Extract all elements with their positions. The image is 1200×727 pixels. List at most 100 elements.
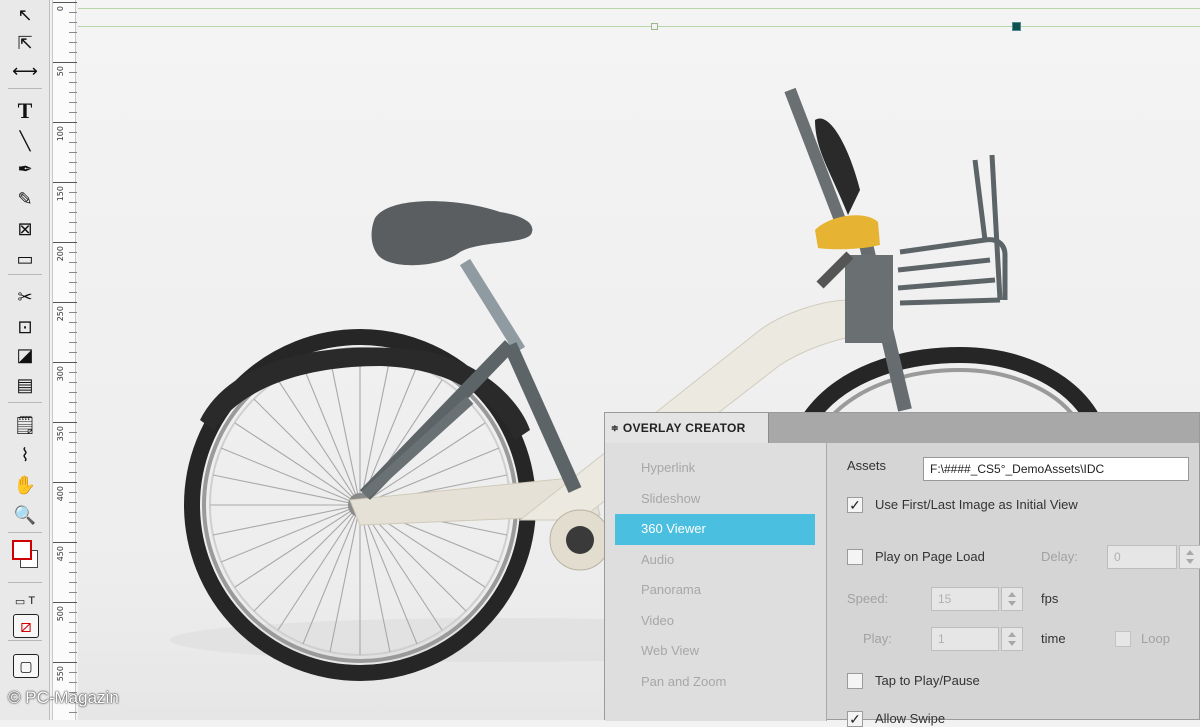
toolbox-divider <box>8 402 42 403</box>
ruler-minor-tick <box>69 502 77 503</box>
line-tool[interactable]: ╲ <box>10 128 40 154</box>
free-transform-tool[interactable]: ⊡ <box>10 314 40 340</box>
ruler-minor-tick <box>69 642 77 643</box>
overlay-item-slideshow[interactable]: Slideshow <box>615 484 815 515</box>
overlay-item-360-viewer[interactable]: 360 Viewer <box>615 514 815 545</box>
ruler-minor-tick <box>69 552 77 553</box>
note-tool[interactable]: 🗒 <box>10 412 40 438</box>
screen-mode-button[interactable]: ▢ <box>13 654 39 678</box>
hand-tool[interactable]: ✋ <box>10 472 40 498</box>
pencil-tool[interactable]: ✎ <box>10 186 40 212</box>
gradient-feather-tool[interactable]: ▤ <box>10 372 40 398</box>
direct-selection-tool[interactable]: ⇱ <box>10 30 40 56</box>
ruler-minor-tick <box>69 22 77 23</box>
pencil-icon: ✎ <box>17 188 33 209</box>
watermark: © PC-Magazin <box>8 688 119 707</box>
delay-field[interactable]: 0 <box>1107 545 1177 569</box>
play-count-stepper[interactable] <box>1001 627 1023 651</box>
ruler-minor-tick <box>69 622 77 623</box>
ruler-label: 300 <box>56 366 65 382</box>
ruler-minor-tick <box>69 192 77 193</box>
overlay-item-panorama[interactable]: Panorama <box>615 575 815 606</box>
use-first-last-checkbox[interactable]: ✓ <box>847 497 863 513</box>
ruler-minor-tick <box>69 452 77 453</box>
delay-stepper[interactable] <box>1179 545 1200 569</box>
guide-line-top[interactable] <box>78 8 1200 9</box>
type-icon: T <box>17 98 33 123</box>
type-tool[interactable]: T <box>10 98 40 124</box>
ruler-minor-tick <box>69 462 77 463</box>
scissors-tool[interactable]: ✂ <box>10 284 40 310</box>
ruler-minor-tick <box>69 372 77 373</box>
ruler-label: 50 <box>56 66 65 77</box>
ruler-minor-tick <box>69 522 77 523</box>
guide-line-frame[interactable] <box>78 26 1200 27</box>
loop-checkbox[interactable] <box>1115 631 1131 647</box>
frame-x-icon: ⊠ <box>17 218 33 239</box>
tap-to-play-checkbox[interactable] <box>847 673 863 689</box>
frame-handle-center[interactable] <box>651 23 658 30</box>
ruler-minor-tick <box>69 152 77 153</box>
allow-swipe-checkbox[interactable]: ✓ <box>847 711 863 727</box>
front-wheel <box>803 346 1099 423</box>
zoom-tool[interactable]: 🔍 <box>10 502 40 528</box>
speed-field[interactable]: 15 <box>931 587 999 611</box>
ruler-major-tick <box>53 362 77 363</box>
apply-none-button[interactable]: ⧄ <box>13 614 39 638</box>
toolbox-divider <box>8 582 42 583</box>
overlay-creator-panel: ≑ OVERLAY CREATOR Hyperlink Slideshow 360 … <box>604 412 1200 727</box>
overlay-item-pan-and-zoom[interactable]: Pan and Zoom <box>615 667 815 698</box>
overlay-item-hyperlink[interactable]: Hyperlink <box>615 453 815 484</box>
ruler-minor-tick <box>69 282 77 283</box>
ruler-minor-tick <box>69 392 77 393</box>
overlay-type-list: Hyperlink Slideshow 360 Viewer Audio Panoram… <box>605 443 827 721</box>
tools-panel: ↖ ⇱ ⟷ T ╲ ✒ ✎ ⊠ ▭ ✂ ⊡ ◪ ▤ 🗒 ⌇ ✋ 🔍 ▭ T ⧄ ▢ <box>0 0 50 720</box>
pen-tool[interactable]: ✒ <box>10 156 40 182</box>
rectangle-frame-tool[interactable]: ⊠ <box>10 216 40 242</box>
frame-handle-right[interactable] <box>1012 22 1021 31</box>
ruler-minor-tick <box>69 12 77 13</box>
assets-label: Assets <box>847 458 887 473</box>
ruler-minor-tick <box>69 432 77 433</box>
tab-overlay-creator[interactable]: ≑ OVERLAY CREATOR <box>605 413 769 443</box>
ruler-minor-tick <box>69 102 77 103</box>
ruler-major-tick <box>53 62 77 63</box>
swatch-label: T <box>28 595 36 607</box>
rectangle-tool[interactable]: ▭ <box>10 246 40 272</box>
fill-stroke-swatch[interactable] <box>12 540 42 574</box>
ruler-major-tick <box>53 662 77 663</box>
ruler-minor-tick <box>69 472 77 473</box>
line-icon: ╲ <box>19 130 31 151</box>
overlay-item-audio[interactable]: Audio <box>615 545 815 576</box>
ruler-label: 250 <box>56 306 65 322</box>
ruler-minor-tick <box>69 402 77 403</box>
ruler-label: 100 <box>56 126 65 142</box>
ruler-minor-tick <box>69 272 77 273</box>
overlay-item-web-view[interactable]: Web View <box>615 636 815 667</box>
eyedropper-tool[interactable]: ⌇ <box>10 442 40 468</box>
ruler-minor-tick <box>69 172 77 173</box>
hollow-arrow-icon: ⇱ <box>17 32 33 53</box>
play-on-load-checkbox[interactable] <box>847 549 863 565</box>
overlay-item-video[interactable]: Video <box>615 606 815 637</box>
vertical-ruler[interactable]: 0 50 100 150 200 250 300 350 400 450 500 550 <box>52 0 77 720</box>
ruler-major-tick <box>53 242 77 243</box>
play-count-field[interactable]: 1 <box>931 627 999 651</box>
speed-stepper[interactable] <box>1001 587 1023 611</box>
ruler-label: 550 <box>56 666 65 682</box>
ruler-minor-tick <box>69 312 77 313</box>
ruler-minor-tick <box>69 512 77 513</box>
ruler-minor-tick <box>69 252 77 253</box>
assets-path-field[interactable]: F:\####_CS5°_DemoAssets\IDC <box>923 457 1189 481</box>
rectangle-icon: ▭ <box>16 248 34 269</box>
stroke-swatch[interactable] <box>12 540 32 560</box>
formatting-affects-text-toggle[interactable]: ▭ T <box>10 588 40 614</box>
overlay-settings: Assets F:\####_CS5°_DemoAssets\IDC ✓ Use… <box>827 443 1200 727</box>
gap-tool[interactable]: ⟷ <box>10 58 40 84</box>
panel-collapse-icon[interactable]: ≑ <box>611 423 619 434</box>
gradient-swatch-tool[interactable]: ◪ <box>10 342 40 368</box>
ruler-minor-tick <box>69 562 77 563</box>
ruler-minor-tick <box>69 442 77 443</box>
ruler-minor-tick <box>69 292 77 293</box>
selection-tool[interactable]: ↖ <box>10 2 40 28</box>
